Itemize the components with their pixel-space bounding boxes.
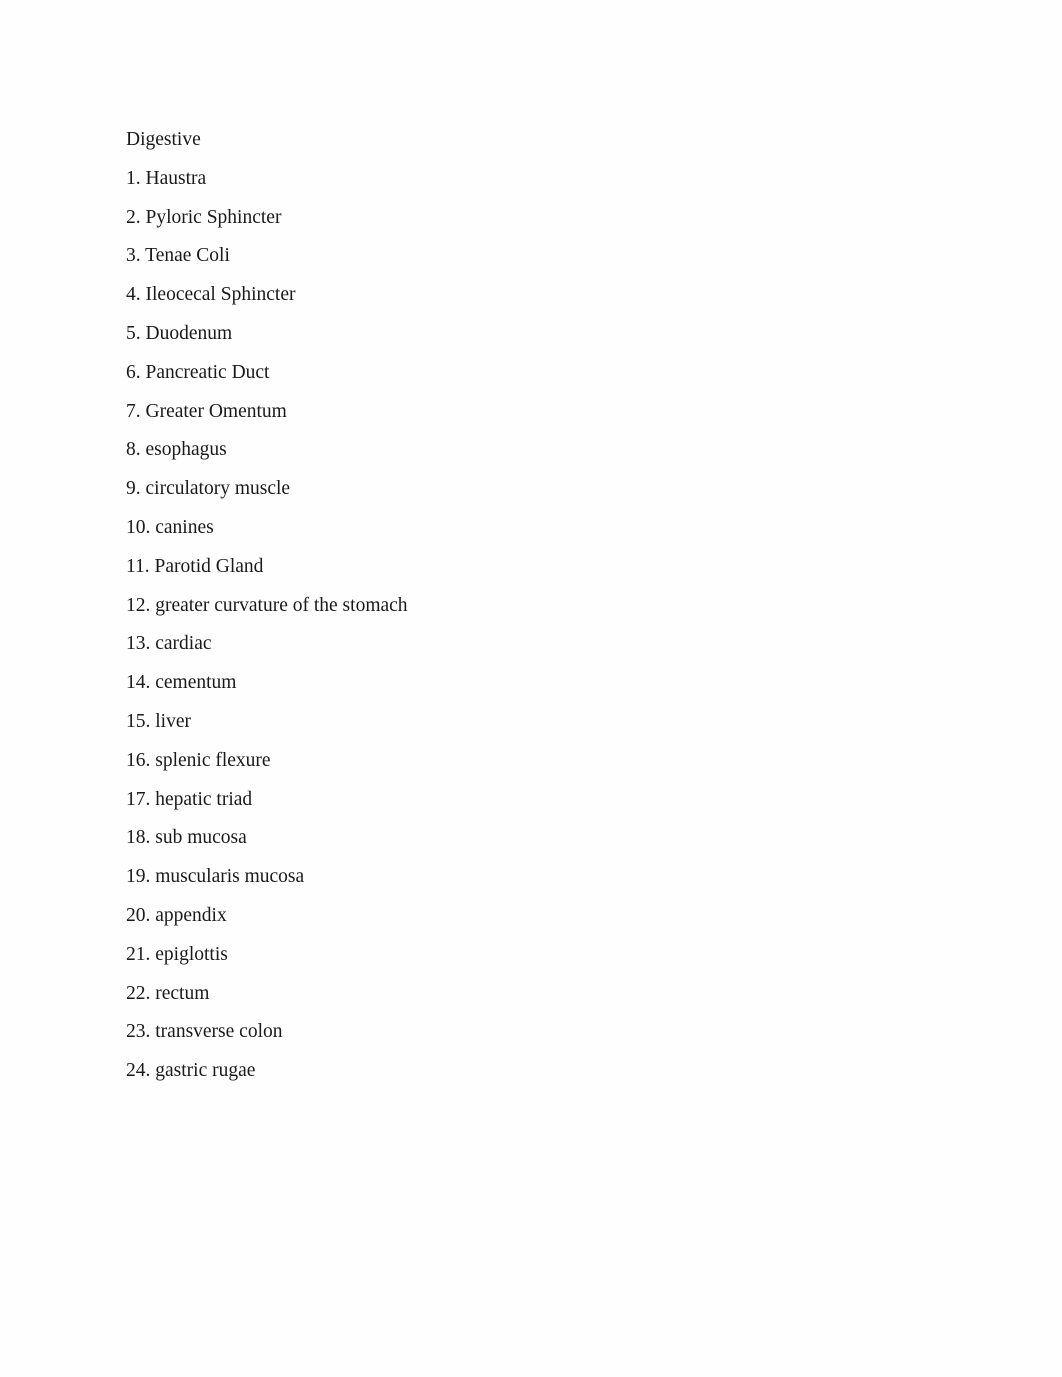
list-item: 11. Parotid Gland xyxy=(126,555,264,577)
list-item: 18. sub mucosa xyxy=(126,827,247,849)
numbered-list: 1. Haustra 2. Pyloric Sphincter 3. Tenae C… xyxy=(126,160,936,1091)
list-item: 1. Haustra xyxy=(126,167,207,189)
list-item: 12. greater curvature of the stomach xyxy=(126,594,408,616)
list-item: 16. splenic flexure xyxy=(126,749,271,771)
list-item: 24. gastric rugae xyxy=(126,1060,256,1082)
list-item: 17. hepatic triad xyxy=(126,788,253,810)
list-item: 10. canines xyxy=(126,516,214,538)
list-item: 8. esophagus xyxy=(126,439,227,461)
list-item: 19. muscularis mucosa xyxy=(126,866,305,888)
list-item: 23. transverse colon xyxy=(126,1021,283,1043)
list-item: 20. appendix xyxy=(126,904,227,926)
list-item: 21. epiglottis xyxy=(126,943,228,965)
list-item: 14. cementum xyxy=(126,672,237,694)
list-item: 2. Pyloric Sphincter xyxy=(126,206,282,228)
list-item: 13. cardiac xyxy=(126,633,212,655)
list-item: 3. Tenae Coli xyxy=(126,245,230,267)
list-item: 6. Pancreatic Duct xyxy=(126,361,270,383)
list-item: 5. Duodenum xyxy=(126,322,233,344)
list-item: 4. Ileocecal Sphincter xyxy=(126,284,296,306)
list-item: 15. liver xyxy=(126,710,191,732)
document-body: Digestive 1. Haustra 2. Pyloric Sphincter… xyxy=(126,121,936,1091)
list-item: 22. rectum xyxy=(126,982,210,1004)
page-title: Digestive xyxy=(126,129,201,150)
list-item: 9. circulatory muscle xyxy=(126,478,291,500)
list-item: 7. Greater Omentum xyxy=(126,400,287,422)
document-page: Digestive 1. Haustra 2. Pyloric Sphincter… xyxy=(0,0,1062,1377)
